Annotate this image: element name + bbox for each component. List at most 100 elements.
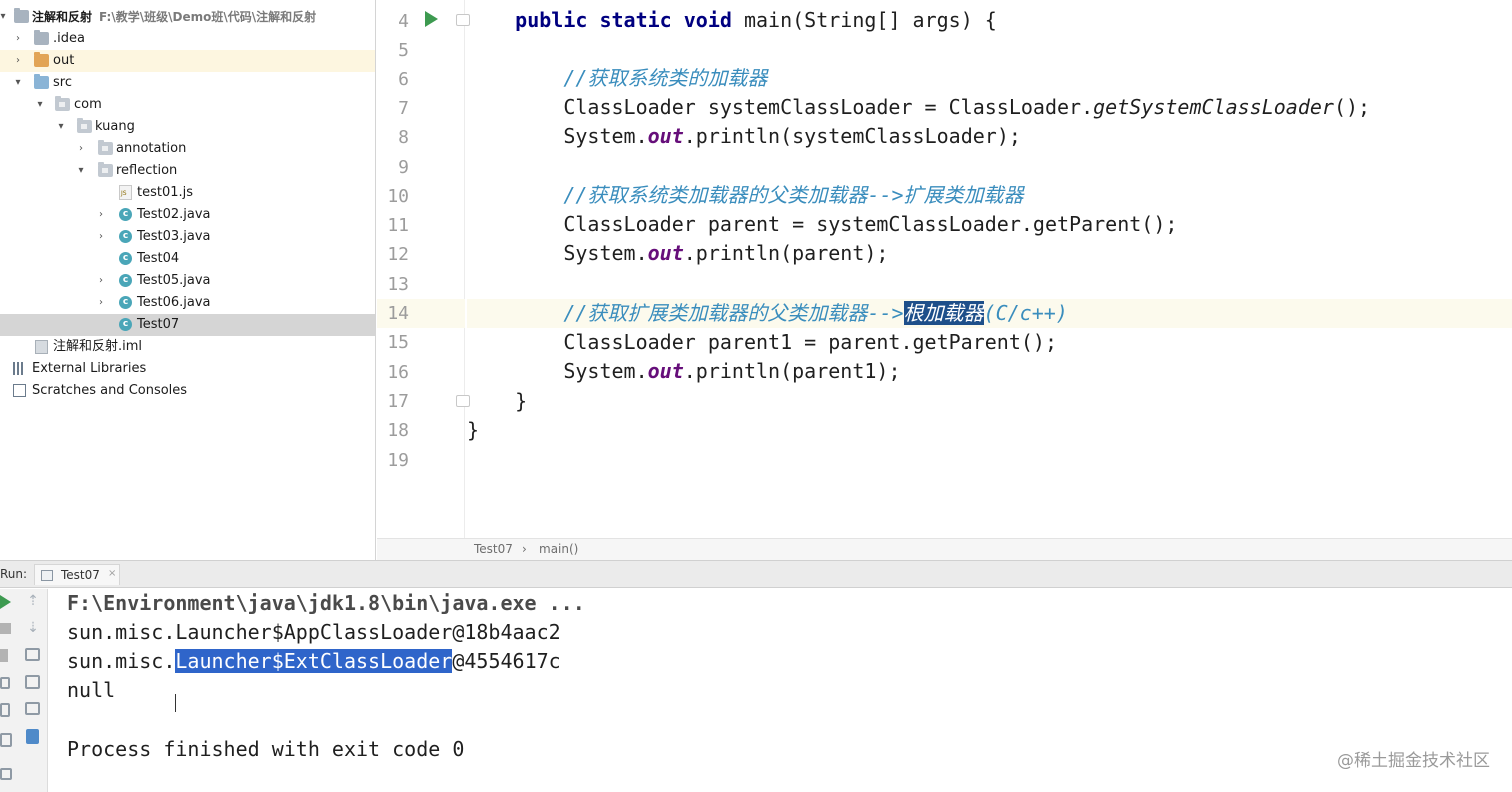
keyword: public static void — [515, 8, 732, 32]
code-text: } — [515, 389, 528, 413]
tree-item-label: External Libraries — [32, 361, 147, 376]
up-arrow-icon[interactable]: ⇡ — [25, 593, 41, 609]
tree-item-label: test01.js — [137, 185, 194, 200]
static-method: getSystemClassLoader — [1093, 95, 1334, 119]
code-text: ClassLoader systemClassLoader = ClassLoa… — [563, 95, 1094, 119]
run-config-icon — [41, 570, 53, 581]
tree-item-kuang[interactable]: ▾ kuang — [0, 116, 375, 138]
rerun-icon[interactable] — [0, 595, 11, 609]
tree-item-test03[interactable]: › c Test03.java — [0, 226, 375, 248]
comment: //获取系统类的加载器 — [563, 66, 768, 90]
tree-item-label: Test03.java — [137, 229, 211, 244]
code-editor[interactable]: 4 5 6 7 8 9 10 11 12 13 14 15 16 17 18 1… — [377, 0, 1512, 538]
editor-breadcrumb: Test07 › main() — [377, 538, 1512, 560]
module-file-icon — [35, 340, 48, 354]
breadcrumb-method[interactable]: main() — [539, 542, 578, 556]
stop-icon[interactable] — [0, 623, 11, 634]
console-text: sun.misc. — [67, 649, 176, 673]
editor-gutter: 4 5 6 7 8 9 10 11 12 13 14 15 16 17 18 1… — [377, 0, 470, 538]
chevron-right-icon[interactable]: › — [75, 142, 87, 156]
static-field: out — [647, 124, 684, 148]
tree-item-label: kuang — [95, 119, 135, 134]
tree-item-project-root[interactable]: ▾ 注解和反射 F:\教学\班级\Demo班\代码\注解和反射 — [0, 6, 375, 28]
chevron-down-icon[interactable]: ▾ — [0, 10, 9, 24]
code-line-12[interactable]: System.out.println(parent); — [467, 239, 1512, 268]
line-number: 5 — [398, 40, 409, 61]
tree-item-out[interactable]: › out — [0, 50, 375, 72]
code-line-8[interactable]: System.out.println(systemClassLoader); — [467, 122, 1512, 151]
selected-text: 根加载器 — [903, 301, 984, 325]
tree-item-label: 注解和反射.iml — [53, 339, 143, 354]
code-text: ClassLoader parent1 = parent.getParent()… — [563, 330, 1058, 354]
tree-item-idea[interactable]: › .idea — [0, 28, 375, 50]
code-line-7[interactable]: ClassLoader systemClassLoader = ClassLoa… — [467, 93, 1512, 122]
console-output[interactable]: F:\Environment\java\jdk1.8\bin\java.exe … — [49, 589, 1512, 792]
tree-item-src[interactable]: ▾ src — [0, 72, 375, 94]
tree-item-external-libraries[interactable]: External Libraries — [0, 358, 375, 380]
tree-item-test01-js[interactable]: JS test01.js — [0, 182, 375, 204]
scroll-to-end-icon[interactable] — [25, 675, 40, 689]
tree-item-label: Test04 — [137, 251, 180, 266]
java-class-icon: c — [119, 318, 132, 331]
tree-item-annotation[interactable]: › annotation — [0, 138, 375, 160]
camera-icon[interactable] — [0, 677, 10, 689]
close-icon[interactable]: × — [108, 568, 116, 579]
tree-item-reflection[interactable]: ▾ reflection — [0, 160, 375, 182]
code-line-6[interactable]: //获取系统类的加载器 — [467, 64, 1512, 93]
code-text: main(String[] args) { — [731, 8, 997, 32]
tree-item-test02[interactable]: › c Test02.java — [0, 204, 375, 226]
code-line-15[interactable]: ClassLoader parent1 = parent.getParent()… — [467, 328, 1512, 357]
tree-item-test05[interactable]: › c Test05.java — [0, 270, 375, 292]
project-path: F:\教学\班级\Demo班\代码\注解和反射 — [99, 10, 317, 24]
chevron-right-icon[interactable]: › — [95, 296, 107, 310]
code-text: .println(parent1); — [683, 359, 901, 383]
pause-icon[interactable] — [0, 649, 8, 662]
tree-item-label: Test07 — [137, 317, 180, 332]
breadcrumb-class[interactable]: Test07 — [474, 542, 513, 556]
trash-icon[interactable] — [26, 729, 39, 744]
tree-item-test06[interactable]: › c Test06.java — [0, 292, 375, 314]
run-tab-test07[interactable]: Test07 × — [34, 564, 120, 585]
code-line-10[interactable]: //获取系统类加载器的父类加载器-->扩展类加载器 — [467, 181, 1512, 210]
tree-item-test04[interactable]: c Test04 — [0, 248, 375, 270]
tree-item-label: out — [53, 53, 75, 68]
exit-icon[interactable] — [0, 703, 10, 717]
code-line-18[interactable]: } — [467, 416, 1512, 445]
tree-item-label: annotation — [116, 141, 187, 156]
code-line-14[interactable]: //获取扩展类加载器的父类加载器-->根加载器(C/c++) — [467, 299, 1512, 328]
code-line-4[interactable]: public static void main(String[] args) { — [467, 6, 1512, 35]
code-line-17[interactable]: } — [467, 387, 1512, 416]
run-main-icon[interactable] — [425, 11, 438, 27]
chevron-down-icon[interactable]: ▾ — [34, 98, 46, 112]
js-file-icon: JS — [119, 185, 132, 200]
line-number: 14 — [387, 303, 409, 324]
chevron-down-icon[interactable]: ▾ — [12, 76, 24, 90]
code-line-11[interactable]: ClassLoader parent = systemClassLoader.g… — [467, 210, 1512, 239]
chevron-right-icon[interactable]: › — [95, 274, 107, 288]
chevron-right-icon[interactable]: › — [95, 230, 107, 244]
tree-item-test07[interactable]: c Test07 — [0, 314, 375, 336]
down-arrow-icon[interactable]: ⇣ — [25, 620, 41, 636]
package-icon — [77, 118, 92, 133]
chevron-right-icon[interactable]: › — [95, 208, 107, 222]
tree-item-com[interactable]: ▾ com — [0, 94, 375, 116]
pin-icon[interactable] — [0, 768, 12, 780]
watermark: @稀土掘金技术社区 — [1337, 751, 1490, 771]
code-line-16[interactable]: System.out.println(parent1); — [467, 357, 1512, 386]
soft-wrap-icon[interactable] — [25, 648, 40, 661]
tree-item-label: reflection — [116, 163, 178, 178]
selected-text: Launcher$ExtClassLoader — [175, 649, 453, 673]
tree-item-iml[interactable]: 注解和反射.iml — [0, 336, 375, 358]
console-line: Process finished with exit code 0 — [67, 737, 465, 761]
print-icon[interactable] — [25, 702, 40, 715]
console-line: sun.misc.Launcher$AppClassLoader@18b4aac… — [67, 620, 561, 644]
line-number: 11 — [387, 215, 409, 236]
chevron-down-icon[interactable]: ▾ — [75, 164, 87, 178]
tree-item-scratches[interactable]: Scratches and Consoles — [0, 380, 375, 402]
chevron-down-icon[interactable]: ▾ — [55, 120, 67, 134]
chevron-right-icon[interactable]: › — [12, 54, 24, 68]
code-text: System. — [563, 241, 648, 265]
chevron-right-icon[interactable]: › — [12, 32, 24, 46]
static-field: out — [647, 241, 684, 265]
layout-icon[interactable] — [0, 733, 12, 747]
